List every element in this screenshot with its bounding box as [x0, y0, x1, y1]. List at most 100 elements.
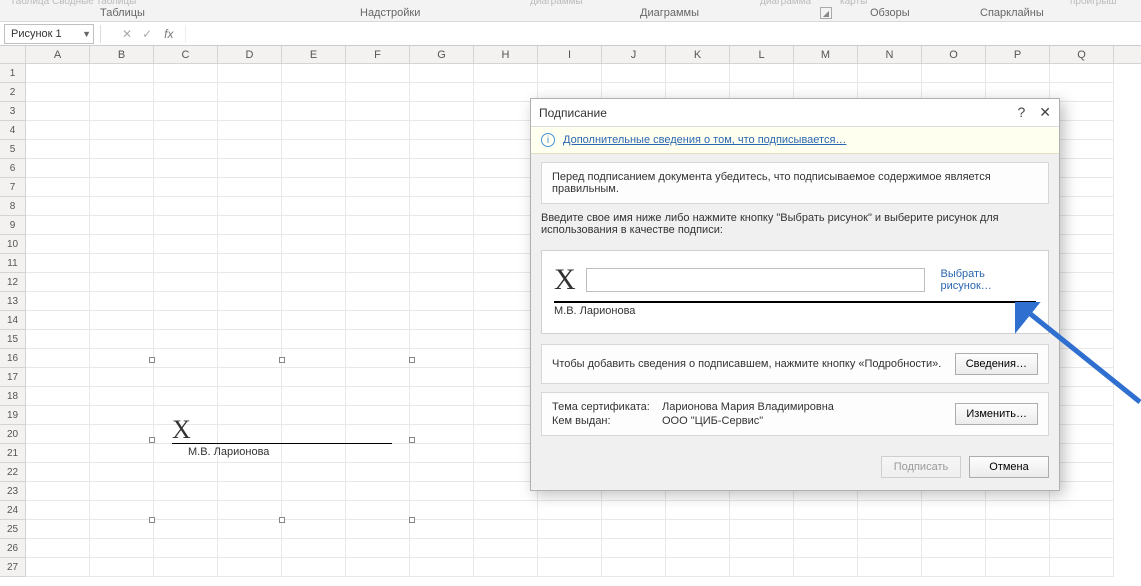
cell[interactable]	[90, 64, 154, 83]
cell[interactable]	[410, 311, 474, 330]
cell[interactable]	[474, 330, 538, 349]
cell[interactable]	[346, 539, 410, 558]
cell[interactable]	[474, 254, 538, 273]
cell[interactable]	[346, 311, 410, 330]
cell[interactable]	[346, 121, 410, 140]
cell[interactable]	[1050, 64, 1114, 83]
cell[interactable]	[26, 235, 90, 254]
col-header[interactable]: A	[26, 46, 90, 63]
cell[interactable]	[474, 216, 538, 235]
cell[interactable]	[90, 273, 154, 292]
cell[interactable]	[410, 292, 474, 311]
cell[interactable]	[282, 311, 346, 330]
cell[interactable]	[26, 330, 90, 349]
cell[interactable]	[90, 140, 154, 159]
row-header[interactable]: 4	[0, 121, 26, 140]
resize-handle[interactable]	[409, 437, 415, 443]
cell[interactable]	[474, 311, 538, 330]
cell[interactable]	[474, 558, 538, 577]
cell[interactable]	[90, 235, 154, 254]
row-header[interactable]: 10	[0, 235, 26, 254]
cell[interactable]	[26, 311, 90, 330]
cell[interactable]	[282, 558, 346, 577]
cell[interactable]	[1050, 520, 1114, 539]
row-header[interactable]: 12	[0, 273, 26, 292]
cell[interactable]	[26, 292, 90, 311]
row-header[interactable]: 7	[0, 178, 26, 197]
cell[interactable]	[922, 539, 986, 558]
cell[interactable]	[986, 64, 1050, 83]
cell[interactable]	[26, 197, 90, 216]
cell[interactable]	[410, 140, 474, 159]
cell[interactable]	[282, 539, 346, 558]
cell[interactable]	[90, 159, 154, 178]
row-header[interactable]: 11	[0, 254, 26, 273]
cell[interactable]	[26, 254, 90, 273]
cell[interactable]	[346, 292, 410, 311]
cell[interactable]	[26, 140, 90, 159]
cell[interactable]	[282, 273, 346, 292]
cell[interactable]	[474, 159, 538, 178]
resize-handle[interactable]	[149, 437, 155, 443]
cell[interactable]	[154, 83, 218, 102]
cell[interactable]	[282, 330, 346, 349]
cell[interactable]	[346, 197, 410, 216]
cell[interactable]	[474, 273, 538, 292]
cancel-button[interactable]: Отмена	[969, 456, 1049, 478]
row-header[interactable]: 19	[0, 406, 26, 425]
col-header[interactable]: G	[410, 46, 474, 63]
cell[interactable]	[410, 482, 474, 501]
row-header[interactable]: 21	[0, 444, 26, 463]
row-header[interactable]: 16	[0, 349, 26, 368]
cell[interactable]	[90, 254, 154, 273]
cell[interactable]	[282, 121, 346, 140]
cell[interactable]	[474, 482, 538, 501]
cell[interactable]	[282, 235, 346, 254]
col-header[interactable]: J	[602, 46, 666, 63]
row-header[interactable]: 24	[0, 501, 26, 520]
cell[interactable]	[154, 292, 218, 311]
cell[interactable]	[26, 425, 90, 444]
cell[interactable]	[26, 159, 90, 178]
col-header[interactable]: H	[474, 46, 538, 63]
cell[interactable]	[154, 273, 218, 292]
cell[interactable]	[922, 558, 986, 577]
cell[interactable]	[26, 216, 90, 235]
col-header[interactable]: L	[730, 46, 794, 63]
cell[interactable]	[922, 64, 986, 83]
help-icon[interactable]: ?	[1017, 104, 1025, 121]
cell[interactable]	[794, 520, 858, 539]
cell[interactable]	[474, 520, 538, 539]
row-header[interactable]: 17	[0, 368, 26, 387]
cell[interactable]	[858, 501, 922, 520]
row-header[interactable]: 13	[0, 292, 26, 311]
cell[interactable]	[986, 520, 1050, 539]
cell[interactable]	[730, 64, 794, 83]
cell[interactable]	[1050, 558, 1114, 577]
row-header[interactable]: 25	[0, 520, 26, 539]
cell[interactable]	[410, 102, 474, 121]
col-header[interactable]: O	[922, 46, 986, 63]
cell[interactable]	[730, 520, 794, 539]
cell[interactable]	[666, 558, 730, 577]
fx-icon[interactable]: fx	[164, 27, 173, 41]
cell[interactable]	[794, 501, 858, 520]
col-header[interactable]: N	[858, 46, 922, 63]
row-header[interactable]: 23	[0, 482, 26, 501]
cell[interactable]	[730, 501, 794, 520]
cell[interactable]	[986, 539, 1050, 558]
cell[interactable]	[154, 311, 218, 330]
resize-handle[interactable]	[279, 517, 285, 523]
cell[interactable]	[474, 292, 538, 311]
cell[interactable]	[282, 197, 346, 216]
row-header[interactable]: 14	[0, 311, 26, 330]
cell[interactable]	[410, 368, 474, 387]
cell[interactable]	[474, 102, 538, 121]
cell[interactable]	[346, 235, 410, 254]
cell[interactable]	[154, 539, 218, 558]
col-header[interactable]: B	[90, 46, 154, 63]
cell[interactable]	[282, 216, 346, 235]
cell[interactable]	[410, 387, 474, 406]
row-header[interactable]: 18	[0, 387, 26, 406]
cell[interactable]	[282, 254, 346, 273]
